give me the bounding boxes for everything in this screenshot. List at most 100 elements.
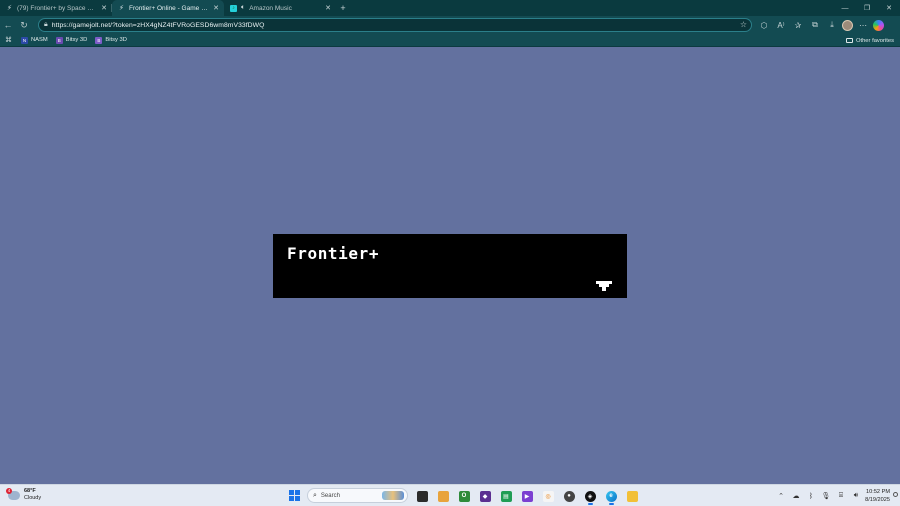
video-editor-icon: ▶ [521, 490, 533, 502]
purple-app-icon: ◆ [479, 490, 491, 502]
more-menu-icon[interactable]: ⋯ [856, 18, 870, 32]
windows-logo-pane [289, 496, 294, 501]
tab-strip: ⚡ (79) Frontier+ by Space Gamesi ✕ ⚡ Fro… [0, 0, 900, 16]
windows-logo-pane [295, 496, 300, 501]
browser-toolbar: ⬡ A⁾ ✰ ⧉ ⤓ ⋯ [757, 16, 884, 34]
weather-widget[interactable]: 4 68°F Cloudy [6, 487, 41, 502]
search-label: Search [320, 492, 340, 499]
system-tray: ⌃ ☁ ᛒ 🎙︎ ⌸ 🔊︎ [776, 488, 861, 504]
folder-icon [626, 490, 638, 502]
bookmark-label: Bitsy 3D [65, 37, 88, 43]
collections-button[interactable]: ⌘ [4, 37, 13, 44]
close-icon[interactable]: ✕ [100, 4, 108, 12]
url-text: https://gamejolt.net/?token=zHX4gNZ4tFVR… [51, 21, 265, 29]
close-icon[interactable]: ✕ [324, 4, 332, 12]
blender-icon: ◎ [542, 490, 554, 502]
weather-condition: Cloudy [24, 495, 42, 501]
chrome-icon: ● [563, 490, 575, 502]
network-icon[interactable]: ⌸ [836, 492, 846, 500]
bookmark-label: NASM [31, 37, 48, 43]
split-screen-icon[interactable]: ⧉ [808, 18, 822, 32]
address-bar-row: ← ↻ 🔒︎ https://gamejolt.net/?token=zHX4g… [0, 16, 900, 34]
microphone-icon[interactable]: 🎙︎ [821, 492, 831, 500]
other-favorites[interactable]: Other favorites [845, 34, 894, 47]
unity-button[interactable]: ◈ [582, 488, 598, 505]
chrome-button[interactable]: ● [561, 488, 577, 504]
clock-date: 8/19/2025 [865, 497, 890, 503]
cloud-sync-icon[interactable]: ☁ [791, 492, 801, 500]
spreadsheet-icon: ▤ [500, 490, 512, 502]
tab-title: Amazon Music [249, 4, 292, 12]
lock-icon[interactable]: 🔒︎ [44, 21, 48, 29]
cloud-icon: 4 [6, 487, 20, 500]
speaker-icon[interactable]: 🔈︎ [241, 4, 245, 12]
chevron-up-icon[interactable]: ⌃ [776, 492, 786, 500]
collections-icon: ⌘ [5, 37, 12, 44]
clock-time: 10:52 PM [866, 489, 890, 495]
close-icon[interactable]: ✕ [212, 4, 220, 12]
task-view-button[interactable] [414, 488, 430, 504]
game-viewport[interactable]: Frontier+ [0, 48, 900, 484]
clock[interactable]: 10:52 PM 8/19/2025 [865, 488, 890, 504]
read-aloud-icon[interactable]: A⁾ [774, 18, 788, 32]
unity-icon: ◈ [584, 490, 596, 502]
bookmarks-bar: ⌘ N NASM B Bitsy 3D B Bitsy 3D Other fav… [0, 34, 900, 47]
profile-avatar[interactable] [842, 19, 853, 31]
green-app-icon: O [458, 490, 470, 502]
close-window-icon[interactable]: ✕ [878, 0, 900, 16]
folder-button[interactable] [624, 488, 640, 504]
file-explorer-button[interactable] [435, 488, 451, 504]
notification-icon[interactable] [893, 492, 898, 497]
pinned-apps: O ◆ ▤ ▶ ◎ ● ◈ e [414, 488, 640, 505]
continue-arrow-icon[interactable] [596, 281, 612, 292]
blender-button[interactable]: ◎ [540, 488, 556, 504]
video-editor-button[interactable]: ▶ [519, 488, 535, 504]
arrow-mid-bar [599, 284, 609, 287]
file-explorer-icon [437, 490, 449, 502]
downloads-icon[interactable]: ⤓ [825, 18, 839, 32]
bookmark-nasm[interactable]: N NASM [21, 36, 48, 44]
nasm-icon: N [21, 36, 28, 44]
purple-app-button[interactable]: ◆ [477, 488, 493, 504]
refresh-icon[interactable]: ↻ [16, 17, 32, 33]
green-app-button[interactable]: O [456, 488, 472, 504]
bookmark-bitsy-3d-1[interactable]: B Bitsy 3D [55, 36, 88, 44]
extensions-icon[interactable]: ⬡ [757, 18, 771, 32]
bitsy-icon: B [95, 36, 103, 44]
edge-icon: e [605, 490, 617, 502]
tab-frontier-itch[interactable]: ⚡ (79) Frontier+ by Space Gamesi ✕ [0, 0, 112, 16]
bookmark-label: Bitsy 3D [105, 37, 127, 43]
spreadsheet-button[interactable]: ▤ [498, 488, 514, 504]
arrow-tip [602, 287, 606, 291]
windows-taskbar: 4 68°F Cloudy ⌕ Search O ◆ ▤ ▶ ◎ ● ◈ e ⌃… [0, 484, 900, 506]
dialog-text: Frontier+ [287, 244, 380, 263]
bitsy-icon: B [55, 36, 63, 44]
arrow-top-bar [596, 281, 612, 284]
copilot-icon[interactable] [873, 19, 884, 31]
dialog-box[interactable]: Frontier+ [273, 234, 627, 298]
window-controls: — ❐ ✕ [834, 0, 900, 16]
amazon-music-icon: ♪ [230, 4, 237, 12]
edge-button[interactable]: e [603, 488, 619, 505]
search-highlight-art [382, 491, 404, 500]
tab-frontier-online[interactable]: ⚡ Frontier+ Online - Game Jolt ✕ [112, 0, 224, 16]
tab-amazon-music[interactable]: ♪ 🔈︎ Amazon Music ✕ [224, 0, 336, 16]
tab-title: (79) Frontier+ by Space Gamesi [17, 4, 96, 12]
weather-badge: 4 [6, 487, 12, 494]
gamejolt-bolt-icon: ⚡ [7, 4, 12, 12]
weather-text: 68°F Cloudy [24, 488, 41, 502]
back-icon[interactable]: ← [0, 17, 16, 33]
bookmark-bitsy-3d-2[interactable]: B Bitsy 3D [95, 36, 127, 44]
other-favorites-label: Other favorites [855, 37, 894, 44]
favorite-star-icon[interactable]: ☆ [740, 20, 747, 29]
volume-icon[interactable]: 🔊︎ [851, 492, 861, 500]
minimize-icon[interactable]: — [834, 0, 856, 16]
gamejolt-bolt-icon: ⚡ [119, 4, 124, 12]
bluetooth-icon[interactable]: ᛒ [806, 493, 816, 500]
favorites-icon[interactable]: ✰ [791, 18, 805, 32]
url-field[interactable]: 🔒︎ https://gamejolt.net/?token=zHX4gNZ4t… [38, 18, 752, 32]
taskbar-search[interactable]: ⌕ Search [307, 488, 408, 503]
restore-icon[interactable]: ❐ [856, 0, 878, 16]
new-tab-button[interactable]: + [336, 0, 350, 16]
start-button[interactable] [289, 490, 300, 501]
